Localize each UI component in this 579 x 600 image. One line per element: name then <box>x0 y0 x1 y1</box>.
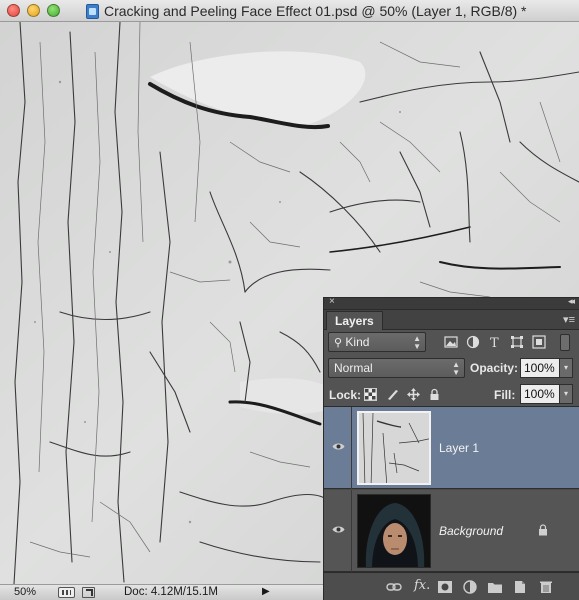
layer-locked-icon <box>539 524 547 536</box>
layer-name[interactable]: Layer 1 <box>439 441 479 455</box>
image-filter-icon[interactable] <box>444 335 458 349</box>
panel-menu-icon[interactable]: ▾≡ <box>563 313 575 326</box>
fx-icon[interactable]: fx. <box>414 578 430 593</box>
visibility-toggle[interactable] <box>324 490 352 572</box>
mask-preview-icon[interactable] <box>58 587 75 598</box>
panel-tab-row: Layers ▾≡ <box>324 310 579 330</box>
lock-position-icon[interactable] <box>407 388 420 401</box>
close-window-button[interactable] <box>7 4 20 17</box>
layer-row-layer-1[interactable]: Layer 1 <box>324 407 579 489</box>
blend-opacity-row: Normal ▲ ▼ Opacity: 100% ▾ <box>324 358 579 380</box>
close-panel-icon[interactable]: × <box>329 296 335 307</box>
blend-mode-select[interactable]: Normal ▲ ▼ <box>328 358 465 378</box>
cracked-texture-thumbnail <box>359 413 429 483</box>
updown-arrows-icon: ▲ ▼ <box>413 334 421 351</box>
tab-layers[interactable]: Layers <box>326 311 383 330</box>
zoom-level[interactable]: 50% <box>14 586 36 598</box>
opacity-dropdown-arrow[interactable]: ▾ <box>559 358 573 378</box>
type-filter-icon[interactable]: T <box>488 335 502 349</box>
add-mask-icon[interactable] <box>437 580 453 594</box>
fill-dropdown-arrow[interactable]: ▾ <box>559 384 573 404</box>
filter-row: ⚲ Kind ▲ ▼ T <box>324 332 579 354</box>
filter-kind-select[interactable]: ⚲ Kind ▲ ▼ <box>328 332 426 352</box>
fill-label: Fill: <box>494 388 516 402</box>
document-size: Doc: 4.12M/15.1M <box>124 586 218 598</box>
panel-bottom-toolbar: fx. <box>324 572 579 600</box>
svg-text:T: T <box>490 336 499 349</box>
psd-document-icon <box>86 3 99 19</box>
filter-toggle-icon[interactable] <box>560 334 570 351</box>
link-layers-icon[interactable] <box>386 580 402 594</box>
lock-label: Lock: <box>329 388 362 402</box>
new-group-icon[interactable] <box>487 580 503 594</box>
delete-layer-icon[interactable] <box>538 580 554 594</box>
layer-thumbnail <box>357 411 431 485</box>
minimize-window-button[interactable] <box>27 4 40 17</box>
adjustment-filter-icon[interactable] <box>466 335 480 349</box>
window-titlebar: Cracking and Peeling Face Effect 01.psd … <box>0 0 579 22</box>
layers-panel: × ◂◂ Layers ▾≡ ⚲ Kind ▲ ▼ T Normal ▲ ▼ O… <box>323 296 579 600</box>
visibility-toggle[interactable] <box>324 407 352 489</box>
title-area: Cracking and Peeling Face Effect 01.psd … <box>86 2 527 20</box>
shape-filter-icon[interactable] <box>510 335 524 349</box>
status-bar: 50% Doc: 4.12M/15.1M ▶ <box>0 584 325 600</box>
lock-image-pixels-icon[interactable] <box>386 388 399 401</box>
eye-icon <box>332 526 345 533</box>
smart-object-filter-icon[interactable] <box>532 335 546 349</box>
eye-icon <box>332 443 345 450</box>
new-adjustment-layer-icon[interactable] <box>462 580 478 594</box>
status-menu-arrow-icon[interactable]: ▶ <box>262 586 270 597</box>
lock-transparent-pixels-icon[interactable] <box>364 388 377 401</box>
hooded-face-thumbnail <box>358 495 430 567</box>
layer-name[interactable]: Background <box>439 524 503 538</box>
opacity-label: Opacity: <box>470 361 519 375</box>
lock-fill-row: Lock: Fill: 100% ▾ <box>324 384 579 406</box>
collapse-panel-icon[interactable]: ◂◂ <box>568 296 575 307</box>
window-title: Cracking and Peeling Face Effect 01.psd … <box>104 3 527 19</box>
new-layer-icon[interactable] <box>512 580 528 594</box>
layer-list: Layer 1 Background <box>324 406 579 572</box>
updown-arrows-icon: ▲ ▼ <box>452 360 460 377</box>
search-icon: ⚲ <box>334 337 343 349</box>
share-icon[interactable] <box>82 587 95 598</box>
blend-mode-value: Normal <box>334 361 373 375</box>
lock-all-icon[interactable] <box>428 388 441 401</box>
panel-topbar: × ◂◂ <box>324 296 579 310</box>
zoom-window-button[interactable] <box>47 4 60 17</box>
window-controls <box>7 4 60 17</box>
filter-kind-value: Kind <box>345 335 370 349</box>
layer-row-background[interactable]: Background <box>324 490 579 572</box>
layer-thumbnail <box>357 494 431 568</box>
